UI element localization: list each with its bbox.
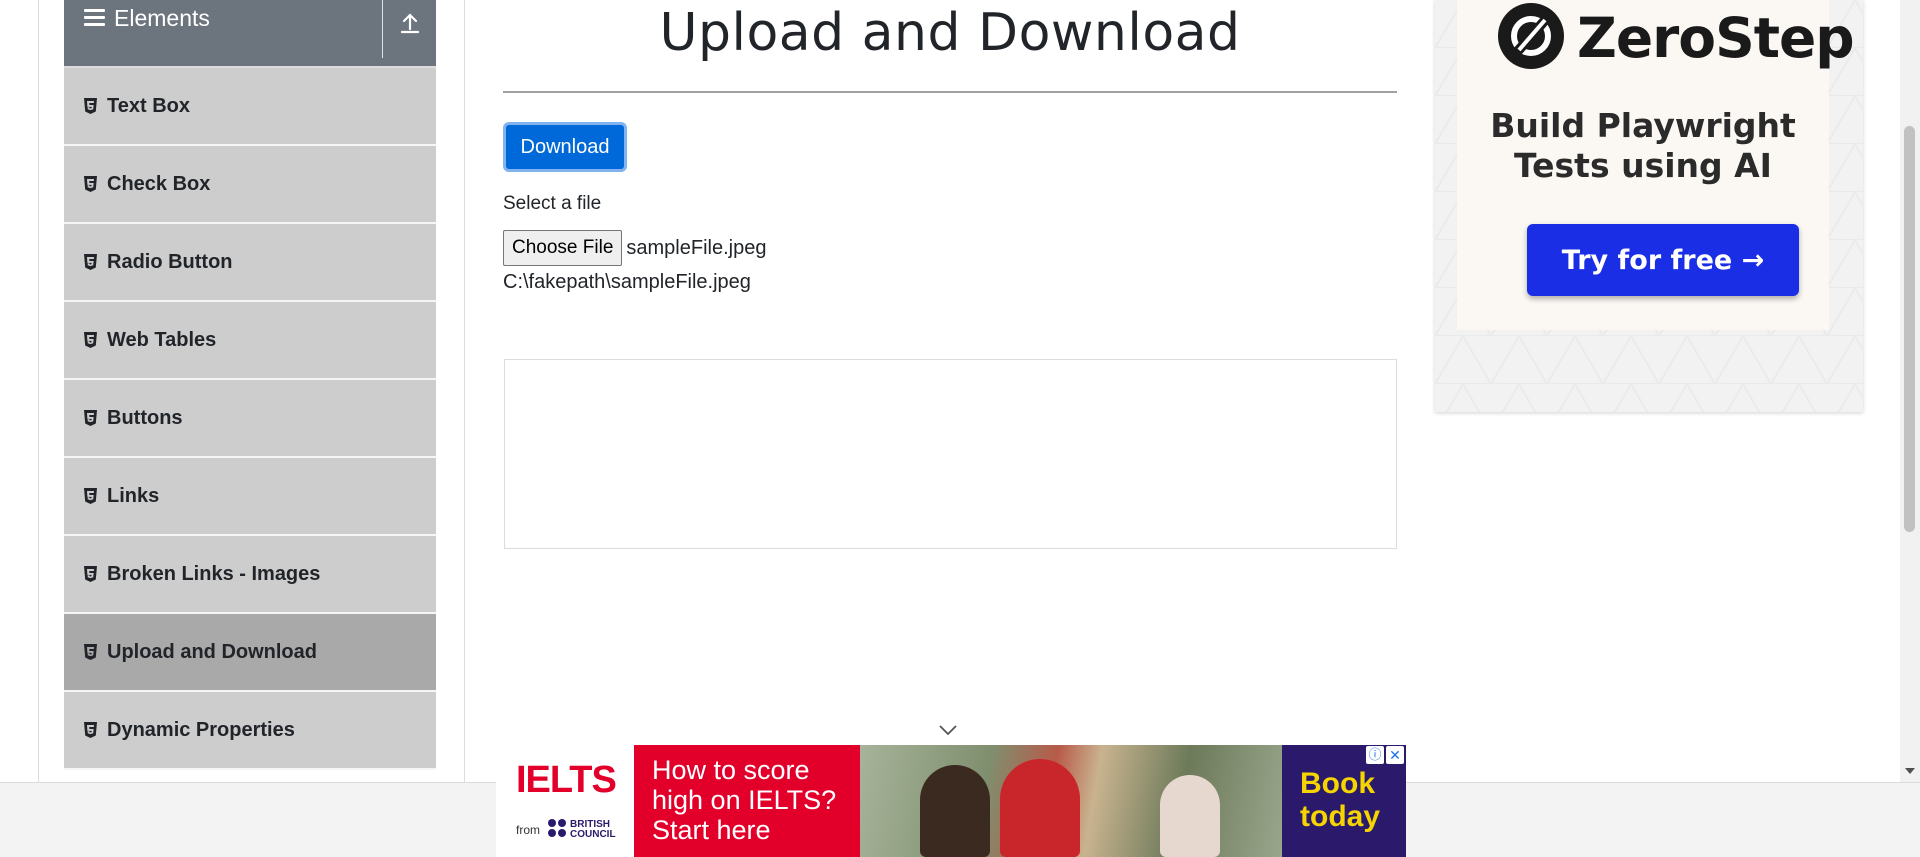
try-for-free-button[interactable]: Try for free →	[1527, 224, 1799, 296]
sidebar-item-text-box[interactable]: Text Box	[64, 68, 436, 146]
ielts-logo: IELTS	[516, 759, 617, 801]
html5-icon	[84, 176, 97, 192]
ad-photo-person	[920, 765, 990, 857]
ad-photo-person	[1000, 759, 1080, 857]
sidebar-item-buttons[interactable]: Buttons	[64, 380, 436, 458]
cta-line: Book	[1300, 767, 1375, 800]
scrollbar-thumb[interactable]	[1904, 126, 1915, 532]
partner-name: BRITISH COUNCIL	[570, 820, 616, 840]
sidebar-item-web-tables[interactable]: Web Tables	[64, 302, 436, 380]
main-content: Upload and Download Download Select a fi…	[503, 0, 1397, 549]
elements-group-header[interactable]: Elements	[64, 0, 436, 68]
ad-card: ZeroStep Build Playwright Tests using AI…	[1457, 0, 1855, 330]
html5-icon	[84, 488, 97, 504]
ad-close-icon[interactable]: ✕	[1386, 746, 1404, 764]
sidebar-item-label: Links	[107, 484, 160, 507]
sidebar-item-check-box[interactable]: Check Box	[64, 146, 436, 224]
left-border	[38, 0, 39, 782]
header-divider	[382, 0, 383, 58]
sidebar-item-dynamic-properties[interactable]: Dynamic Properties	[64, 692, 436, 770]
book-today-text: Book today	[1300, 767, 1380, 833]
ad-tagline: Build Playwright Tests using AI	[1457, 106, 1829, 186]
ad-from-text: from	[516, 823, 540, 837]
sidebar-border	[464, 0, 465, 782]
collapse-arrow-icon[interactable]	[390, 8, 430, 38]
sidebar-item-label: Web Tables	[107, 328, 217, 351]
ad-tagline-line: Build Playwright	[1490, 106, 1796, 145]
sidebar-item-label: Radio Button	[107, 250, 233, 273]
sidebar-item-label: Dynamic Properties	[107, 718, 295, 741]
ad-brand: ZeroStep	[1577, 6, 1855, 70]
zerostep-ad[interactable]: ZeroStep Build Playwright Tests using AI…	[1435, 0, 1863, 412]
sidebar: Elements Text Box Check Box Radio Button…	[64, 0, 436, 782]
elements-menu: Text Box Check Box Radio Button Web Tabl…	[64, 68, 436, 770]
title-divider	[503, 91, 1397, 93]
sidebar-item-radio-button[interactable]: Radio Button	[64, 224, 436, 302]
sidebar-item-broken-links[interactable]: Broken Links - Images	[64, 536, 436, 614]
download-button[interactable]: Download	[503, 122, 627, 172]
sidebar-item-label: Upload and Download	[107, 640, 317, 663]
ad-info-icon[interactable]: ⓘ	[1366, 746, 1384, 764]
html5-icon	[84, 98, 97, 114]
ielts-banner-ad[interactable]: IELTS from BRITISH COUNCIL How to score …	[496, 745, 1406, 857]
british-council-logo-icon	[548, 819, 566, 837]
sidebar-item-upload-and-download[interactable]: Upload and Download	[64, 614, 436, 692]
menu-icon	[84, 9, 105, 29]
sidebar-item-label: Check Box	[107, 172, 211, 195]
sidebar-item-label: Buttons	[107, 406, 183, 429]
html5-icon	[84, 722, 97, 738]
choose-file-button[interactable]: Choose File	[503, 230, 623, 266]
content-frame	[504, 359, 1397, 549]
group-title: Elements	[114, 5, 210, 31]
cta-line: today	[1300, 800, 1381, 833]
html5-icon	[84, 410, 97, 426]
selected-file-name: sampleFile.jpeg	[626, 236, 767, 259]
page-title: Upload and Download	[659, 3, 1241, 63]
page-scrollbar[interactable]	[1900, 0, 1920, 782]
select-file-label: Select a file	[503, 193, 602, 214]
sidebar-item-label: Broken Links - Images	[107, 562, 321, 585]
chevron-down-icon[interactable]	[938, 723, 958, 737]
sidebar-item-label: Text Box	[107, 94, 190, 117]
html5-icon	[84, 566, 97, 582]
sidebar-item-links[interactable]: Links	[64, 458, 436, 536]
ad-photo	[860, 745, 1282, 857]
partner-line: COUNCIL	[570, 829, 616, 840]
ad-tagline-line: Tests using AI	[1514, 146, 1772, 185]
uploaded-file-path: C:\fakepath\sampleFile.jpeg	[503, 271, 751, 293]
file-input[interactable]: Choose File sampleFile.jpeg	[503, 230, 766, 266]
html5-icon	[84, 332, 97, 348]
html5-icon	[84, 644, 97, 660]
ad-photo-person	[1160, 775, 1220, 857]
ielts-logo-panel: IELTS from BRITISH COUNCIL	[496, 745, 634, 857]
zerostep-logo-icon	[1498, 3, 1564, 69]
scroll-down-icon[interactable]	[1905, 768, 1915, 774]
ad-headline: How to score high on IELTS? Start here	[652, 755, 837, 845]
html5-icon	[84, 254, 97, 270]
